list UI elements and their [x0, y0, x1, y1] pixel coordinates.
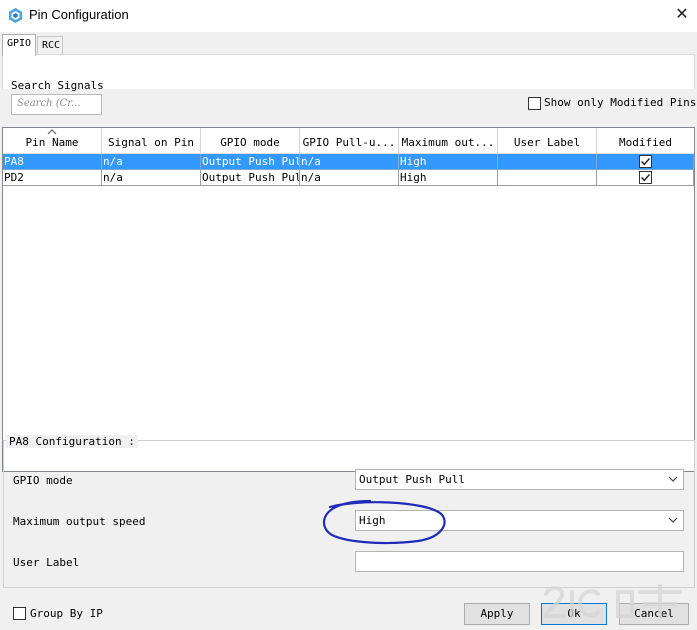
column-header-user-label[interactable]: User Label: [498, 128, 597, 154]
cell-speed: High: [399, 154, 498, 170]
show-modified-label: Show only Modified Pins: [544, 96, 697, 109]
max-output-speed-select[interactable]: High: [355, 510, 684, 531]
column-label: Pin Name: [25, 136, 79, 149]
cell-signal: n/a: [102, 170, 201, 186]
column-header-gpio-mode[interactable]: GPIO mode: [201, 128, 300, 154]
tab-panel: [2, 54, 695, 89]
gpio-mode-value: Output Push Pull: [359, 473, 465, 486]
max-output-speed-value: High: [359, 514, 386, 527]
sort-ascending-icon: [47, 129, 57, 135]
cell-modified: [597, 170, 694, 186]
max-output-speed-label: Maximum output speed: [13, 515, 146, 528]
modified-checkbox: [639, 155, 652, 168]
pin-table: Pin Name Signal on Pin GPIO mode GPIO Pu…: [2, 127, 695, 472]
cell-mode: Output Push Pull: [201, 154, 300, 170]
user-label-label: User Label: [13, 556, 80, 569]
cell-pull: n/a: [300, 170, 399, 186]
tab-rcc[interactable]: RCC: [37, 36, 63, 55]
table-row[interactable]: PA8 n/a Output Push Pull n/a High: [3, 154, 694, 170]
table-row[interactable]: PD2 n/a Output Push Pull n/a High: [3, 170, 694, 186]
search-label: Search Signals: [11, 79, 104, 92]
cell-modified: [597, 154, 694, 170]
apply-button[interactable]: Apply: [464, 603, 530, 625]
cell-user-label[interactable]: [498, 170, 597, 186]
cell-mode: Output Push Pull: [201, 170, 300, 186]
chevron-down-icon: [668, 517, 678, 523]
group-by-ip-checkbox[interactable]: [13, 607, 26, 620]
tab-gpio[interactable]: GPIO: [2, 34, 36, 56]
cell-pin: PD2: [3, 170, 102, 186]
cell-user-label[interactable]: [498, 154, 597, 170]
table-header: Pin Name Signal on Pin GPIO mode GPIO Pu…: [3, 128, 694, 154]
checkmark-icon: [641, 174, 651, 182]
checkmark-icon: [641, 158, 651, 166]
cancel-button[interactable]: Cancel: [619, 603, 689, 625]
group-by-ip-label: Group By IP: [30, 607, 103, 620]
user-label-input[interactable]: [355, 551, 684, 572]
dialog-body: GPIO RCC Search Signals Search (Cr... Sh…: [0, 32, 697, 630]
gpio-mode-label: GPIO mode: [13, 474, 73, 487]
modified-checkbox: [639, 171, 652, 184]
gpio-mode-select[interactable]: Output Push Pull: [355, 469, 684, 490]
column-header-signal[interactable]: Signal on Pin: [102, 128, 201, 154]
chevron-down-icon: [668, 476, 678, 482]
cell-pull: n/a: [300, 154, 399, 170]
cell-speed: High: [399, 170, 498, 186]
cell-pin: PA8: [3, 154, 102, 170]
search-input[interactable]: Search (Cr...: [11, 94, 102, 115]
column-header-modified[interactable]: Modified: [597, 128, 694, 154]
column-header-pull[interactable]: GPIO Pull-u...: [300, 128, 399, 154]
column-header-pin-name[interactable]: Pin Name: [3, 128, 102, 154]
show-modified-checkbox[interactable]: [528, 97, 541, 110]
close-icon[interactable]: ✕: [672, 5, 692, 25]
app-icon: [9, 8, 22, 23]
pin-configuration-title: PA8 Configuration :: [6, 435, 138, 448]
title-bar: Pin Configuration ✕: [0, 0, 697, 32]
window-title: Pin Configuration: [29, 7, 129, 22]
column-header-max-speed[interactable]: Maximum out...: [399, 128, 498, 154]
cell-signal: n/a: [102, 154, 201, 170]
ok-button[interactable]: Ok: [541, 603, 607, 625]
